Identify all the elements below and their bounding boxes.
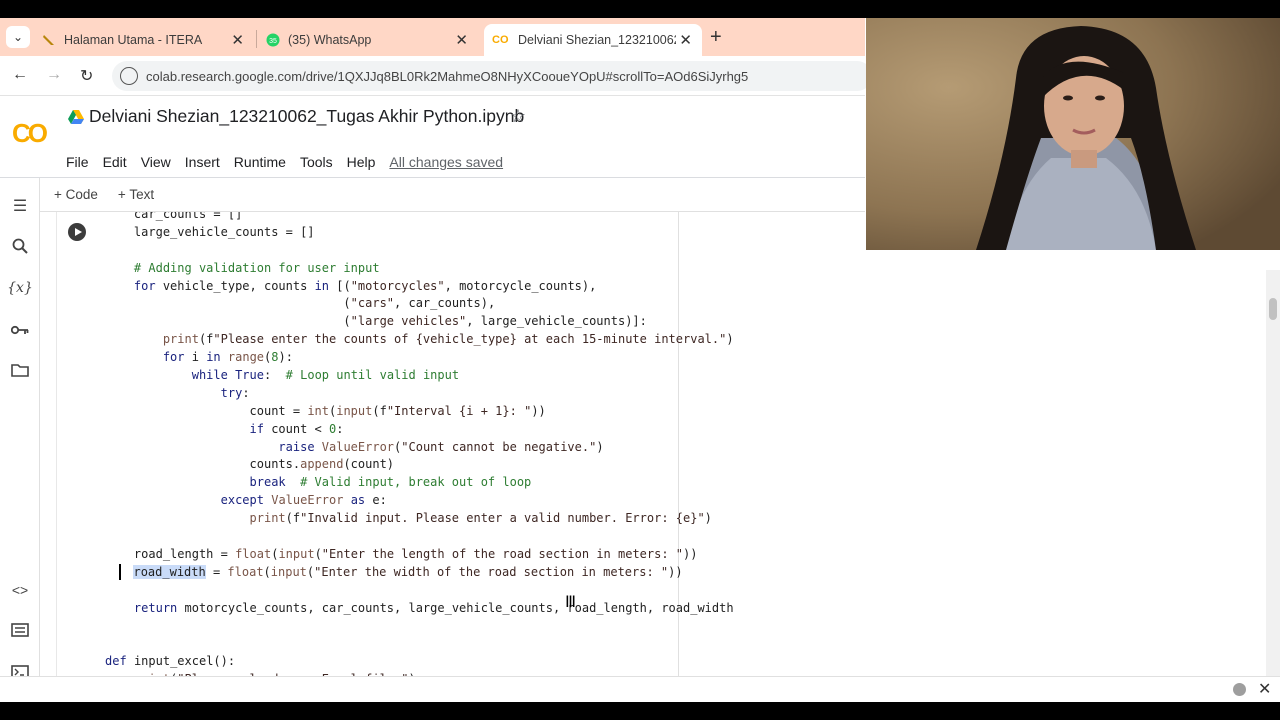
- menu-insert[interactable]: Insert: [185, 154, 220, 170]
- tab-itera[interactable]: Halaman Utama - ITERA ✕: [42, 24, 254, 56]
- left-sidebar: ☰ {x} <>: [0, 178, 40, 694]
- code-line[interactable]: counts.append(count): [40, 456, 734, 474]
- menu-tools[interactable]: Tools: [300, 154, 333, 170]
- code-editor[interactable]: car_counts = [] large_vehicle_counts = […: [40, 212, 1270, 694]
- webcam-overlay: [866, 18, 1280, 250]
- variables-icon[interactable]: {x}: [7, 276, 33, 300]
- tab-search-button[interactable]: ⌄: [6, 26, 30, 48]
- code-content[interactable]: car_counts = [] large_vehicle_counts = […: [40, 212, 734, 689]
- colab-logo[interactable]: CO: [12, 118, 48, 149]
- code-line[interactable]: if count < 0:: [40, 421, 734, 439]
- chevron-down-icon: ⌄: [12, 30, 24, 44]
- add-text-cell-button[interactable]: + Text: [118, 187, 154, 202]
- vertical-scrollbar[interactable]: [1266, 270, 1280, 694]
- code-line[interactable]: try:: [40, 385, 734, 403]
- code-line[interactable]: [40, 582, 734, 600]
- tab-colab-notebook[interactable]: CO Delviani Shezian_123210062_Tu ✕: [484, 24, 702, 56]
- google-drive-icon: [68, 110, 84, 124]
- text-cursor-icon: Ⅲ: [565, 592, 577, 611]
- browser-tab-strip: ⌄ Halaman Utama - ITERA ✕ 35 (35) WhatsA…: [0, 18, 865, 56]
- code-line[interactable]: raise ValueError("Count cannot be negati…: [40, 439, 734, 457]
- site-info-icon[interactable]: [120, 67, 138, 85]
- menu-runtime[interactable]: Runtime: [234, 154, 286, 170]
- search-icon[interactable]: [8, 234, 32, 258]
- notebook-toolbar: + Code + Text: [40, 178, 865, 212]
- tab-title: Delviani Shezian_123210062_Tu: [518, 33, 676, 47]
- menu-view[interactable]: View: [141, 154, 171, 170]
- menu-edit[interactable]: Edit: [103, 154, 127, 170]
- status-indicator-icon: [1233, 683, 1246, 696]
- back-arrow-icon[interactable]: ←: [12, 66, 28, 84]
- notebook-title[interactable]: Delviani Shezian_123210062_Tugas Akhir P…: [89, 106, 524, 127]
- save-status[interactable]: All changes saved: [389, 154, 503, 170]
- code-line[interactable]: # Adding validation for user input: [40, 260, 734, 278]
- svg-text:35: 35: [269, 38, 277, 45]
- code-line[interactable]: ("large vehicles", large_vehicle_counts)…: [40, 313, 734, 331]
- code-line[interactable]: return motorcycle_counts, car_counts, la…: [40, 600, 734, 618]
- tab-title: (35) WhatsApp: [288, 33, 372, 47]
- code-line[interactable]: road_width = float(input("Enter the widt…: [40, 564, 734, 582]
- url-text: colab.research.google.com/drive/1QXJJq8B…: [146, 68, 749, 84]
- code-line[interactable]: def input_excel():: [40, 653, 734, 671]
- close-icon[interactable]: ✕: [231, 31, 244, 49]
- address-bar[interactable]: colab.research.google.com/drive/1QXJJq8B…: [112, 61, 872, 91]
- folder-icon[interactable]: [8, 358, 32, 382]
- tab-divider: [256, 30, 257, 48]
- tab-whatsapp[interactable]: 35 (35) WhatsApp ✕: [266, 24, 478, 56]
- screen: ⌄ Halaman Utama - ITERA ✕ 35 (35) WhatsA…: [0, 18, 1280, 702]
- code-line[interactable]: [40, 635, 734, 653]
- scrollbar-thumb[interactable]: [1269, 298, 1277, 320]
- whatsapp-icon: 35: [266, 33, 280, 47]
- presenter-video: [866, 18, 1280, 250]
- new-tab-button[interactable]: +: [710, 26, 722, 49]
- code-line[interactable]: ("cars", car_counts),: [40, 295, 734, 313]
- menu-help[interactable]: Help: [347, 154, 376, 170]
- code-line[interactable]: print(f"Please enter the counts of {vehi…: [40, 331, 734, 349]
- code-line[interactable]: road_length = float(input("Enter the len…: [40, 546, 734, 564]
- menu-bar: File Edit View Insert Runtime Tools Help…: [66, 154, 517, 170]
- code-line[interactable]: while True: # Loop until valid input: [40, 367, 734, 385]
- itera-favicon-icon: [43, 35, 54, 45]
- add-code-cell-button[interactable]: + Code: [54, 187, 98, 202]
- code-line[interactable]: [40, 528, 734, 546]
- code-line[interactable]: [40, 242, 734, 260]
- close-icon[interactable]: ✕: [455, 31, 468, 49]
- code-line[interactable]: break # Valid input, break out of loop: [40, 474, 734, 492]
- forward-arrow-icon[interactable]: →: [46, 66, 62, 84]
- key-icon[interactable]: [8, 318, 32, 342]
- code-line[interactable]: print(f"Invalid input. Please enter a va…: [40, 510, 734, 528]
- reload-icon[interactable]: ↻: [80, 66, 93, 86]
- tab-title: Halaman Utama - ITERA: [64, 33, 203, 47]
- code-snippets-icon[interactable]: <>: [8, 578, 32, 602]
- video-frame-border: [0, 702, 1280, 720]
- code-line[interactable]: [40, 617, 734, 635]
- table-of-contents-icon[interactable]: ☰: [8, 194, 32, 218]
- close-icon[interactable]: ✕: [1258, 679, 1271, 699]
- close-icon[interactable]: ✕: [679, 31, 692, 49]
- code-line[interactable]: count = int(input(f"Interval {i + 1}: ")…: [40, 403, 734, 421]
- code-line[interactable]: for i in range(8):: [40, 349, 734, 367]
- command-palette-icon[interactable]: [8, 618, 32, 642]
- code-line[interactable]: car_counts = []: [40, 212, 734, 224]
- colab-header: CO Delviani Shezian_123210062_Tugas Akhi…: [0, 96, 865, 178]
- star-icon[interactable]: ☆: [510, 106, 526, 127]
- browser-toolbar: ← → ↻ colab.research.google.com/drive/1Q…: [0, 56, 872, 96]
- code-line[interactable]: large_vehicle_counts = []: [40, 224, 734, 242]
- code-line[interactable]: except ValueError as e:: [40, 492, 734, 510]
- code-line[interactable]: for vehicle_type, counts in [("motorcycl…: [40, 278, 734, 296]
- colab-favicon-icon: CO: [492, 34, 509, 46]
- status-bar: ✕: [0, 676, 1280, 702]
- menu-file[interactable]: File: [66, 154, 89, 170]
